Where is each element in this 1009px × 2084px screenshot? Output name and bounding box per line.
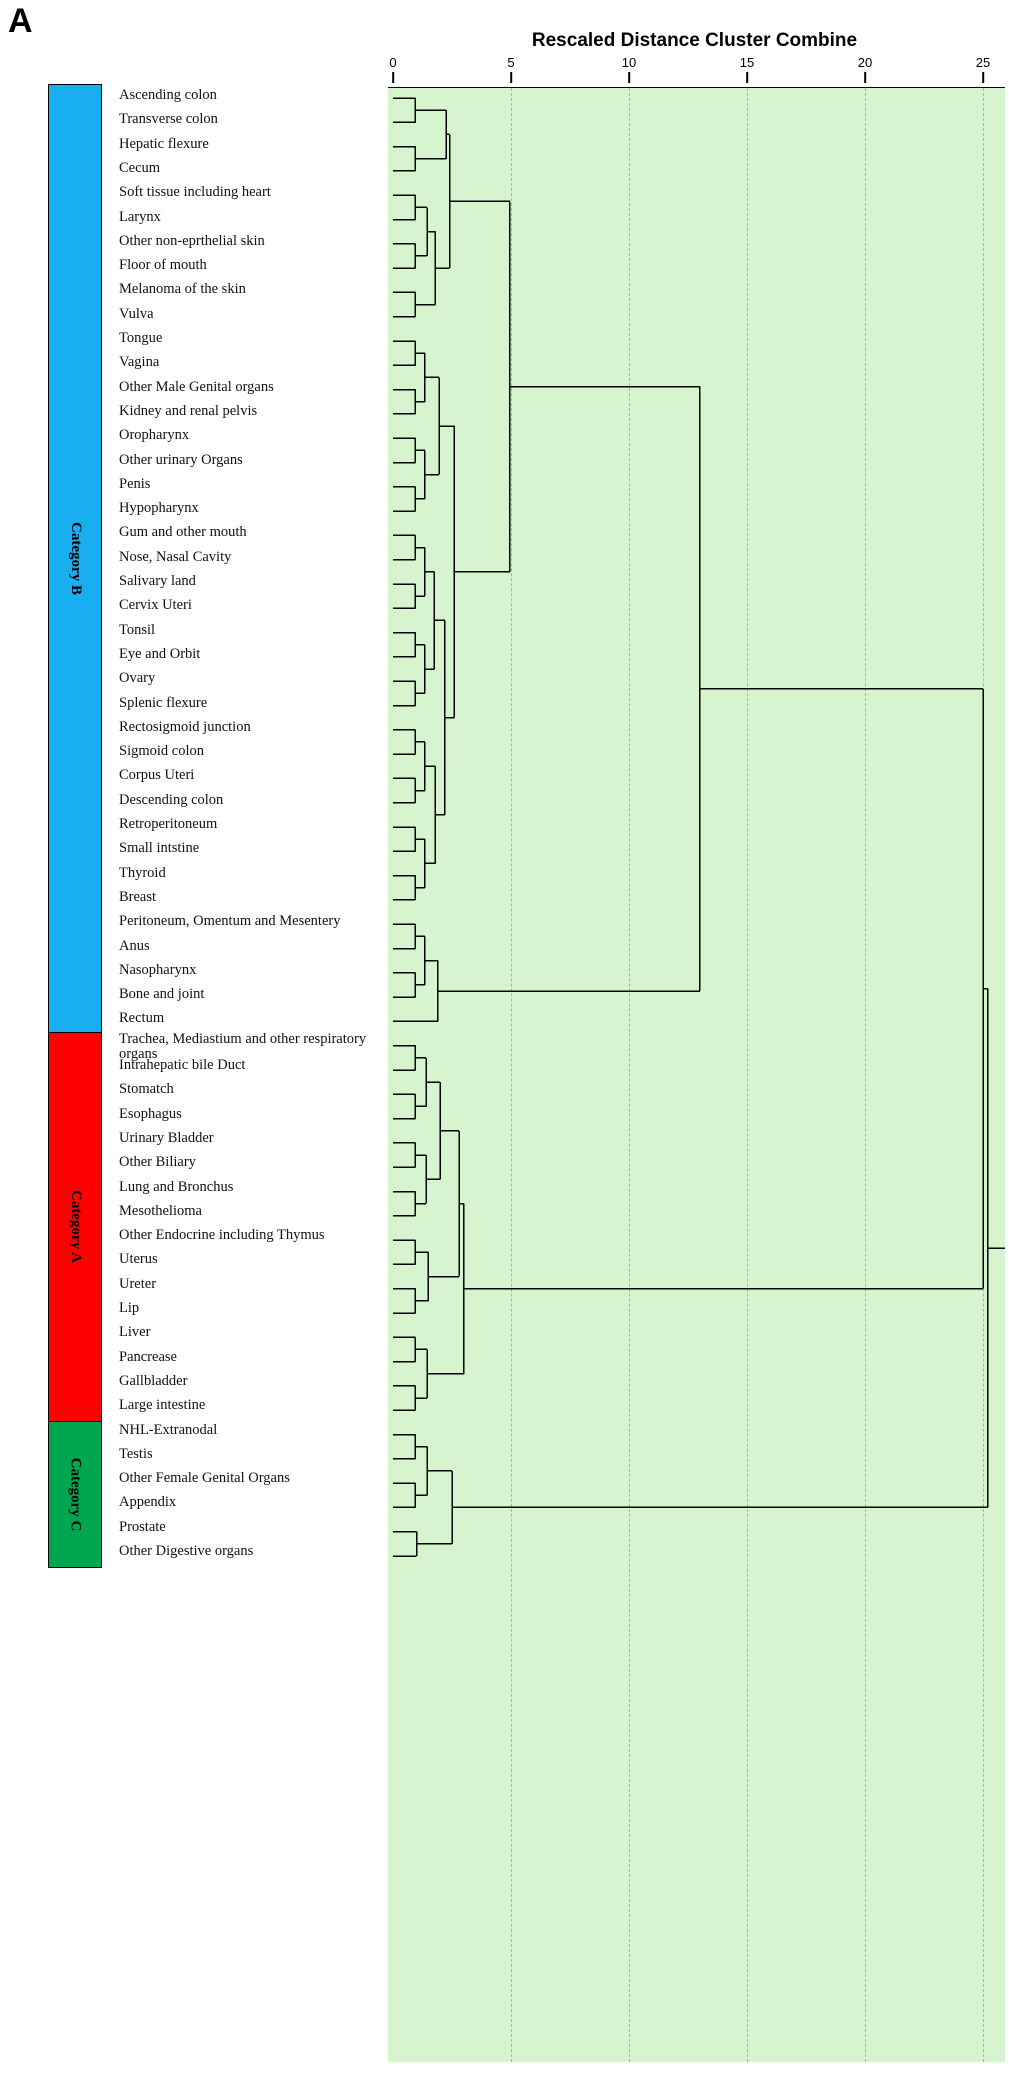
x-tick-label: 25 [975, 55, 991, 70]
leaf-label: Thyroid [119, 864, 166, 881]
leaf-label: Gum and other mouth [119, 524, 247, 541]
leaf-label: Pancrease [119, 1348, 177, 1365]
leaf-label: Ovary [119, 670, 156, 687]
leaf-label: Testis [119, 1445, 153, 1462]
leaf-label: Splenic flexure [119, 694, 208, 711]
leaf-label: Floor of mouth [119, 257, 207, 274]
x-tick-label: 10 [621, 55, 637, 70]
leaf-label: Kidney and renal pelvis [119, 402, 258, 419]
x-tick-label: 15 [739, 55, 755, 70]
leaf-label: Tonsil [119, 621, 156, 638]
x-tick-mark [864, 72, 866, 83]
leaf-label: Stomatch [119, 1081, 174, 1098]
x-tick-mark [510, 72, 512, 83]
leaf-label: Other Female Genital Organs [119, 1470, 290, 1487]
leaf-label: Large intestine [119, 1397, 206, 1414]
leaf-label: Other Biliary [119, 1154, 196, 1171]
x-tick-label: 0 [389, 55, 397, 70]
leaf-label: Esophagus [119, 1105, 182, 1122]
leaf-label: Prostate [119, 1518, 166, 1535]
leaf-label: Rectum [119, 1010, 165, 1027]
leaf-label: Vulva [119, 305, 154, 322]
leaf-label: Descending colon [119, 791, 224, 808]
leaf-label: Transverse colon [119, 111, 218, 128]
dendrogram-tree [393, 97, 1005, 1557]
x-tick-mark [392, 72, 394, 83]
leaf-label: Breast [119, 888, 157, 905]
leaf-label: Sigmoid colon [119, 743, 204, 760]
leaf-label: Melanoma of the skin [119, 281, 246, 298]
leaf-label: Hypopharynx [119, 500, 199, 517]
leaf-label: Uterus [119, 1251, 158, 1268]
leaf-label: Ureter [119, 1275, 157, 1292]
leaf-label: Bone and joint [119, 986, 205, 1003]
leaf-label: Larynx [119, 208, 161, 225]
leaf-label: Oropharynx [119, 427, 190, 444]
leaf-label: Ascending colon [119, 87, 217, 103]
leaf-label: Small intstine [119, 840, 200, 857]
leaf-label: Corpus Uteri [119, 767, 195, 784]
leaf-label: Rectosigmoid junction [119, 718, 251, 735]
leaf-label: Hepatic flexure [119, 135, 209, 152]
leaf-label: Lung and Bronchus [119, 1178, 234, 1195]
leaf-label: Penis [119, 475, 151, 492]
leaf-label: Intrahepatic bile Duct [119, 1057, 246, 1073]
leaf-label: Anus [119, 937, 150, 954]
leaf-label: Tongue [119, 330, 163, 346]
leaf-label: Other Endocrine including Thymus [119, 1227, 325, 1244]
leaf-label: Cervix Uteri [119, 597, 192, 614]
chart-title: Rescaled Distance Cluster Combine [531, 30, 858, 51]
leaf-label: Appendix [119, 1494, 177, 1511]
leaf-label: Salivary land [119, 573, 196, 589]
x-axis: 0 5 10 15 20 25 [380, 55, 1009, 87]
leaf-label-column: Ascending colon Transverse colon Hepatic f… [0, 0, 380, 2084]
leaf-label: Urinary Bladder [119, 1129, 214, 1146]
leaf-label: Liver [119, 1324, 151, 1341]
x-tick-mark [628, 72, 630, 83]
dendrogram-plot-area [388, 87, 1005, 2062]
x-tick-label: 5 [507, 55, 515, 70]
leaf-label: Other non-eprthelial skin [119, 232, 265, 249]
leaf-label: Other urinary Organs [119, 451, 243, 468]
leaf-label: Other Digestive organs [119, 1543, 254, 1559]
leaf-label: NHL-Extranodal [119, 1421, 218, 1438]
leaf-label: Vagina [119, 354, 160, 371]
leaf-label: Soft tissue including heart [119, 184, 271, 201]
leaf-label: Eye and Orbit [119, 645, 201, 662]
leaf-label: Gallbladder [119, 1372, 188, 1389]
leaf-label: Peritoneum, Omentum and Mesentery [119, 913, 341, 930]
leaf-label: Nasopharynx [119, 961, 197, 978]
leaf-label: Nose, Nasal Cavity [119, 548, 232, 565]
leaf-label: Cecum [119, 159, 161, 176]
leaf-label: Other Male Genital organs [119, 378, 274, 395]
x-tick-mark [746, 72, 748, 83]
x-tick-label: 20 [857, 55, 873, 70]
leaf-label: Retroperitoneum [119, 816, 218, 832]
leaf-label: Lip [119, 1300, 140, 1316]
leaf-label: Mesothelioma [119, 1202, 202, 1219]
x-tick-mark [982, 72, 984, 83]
